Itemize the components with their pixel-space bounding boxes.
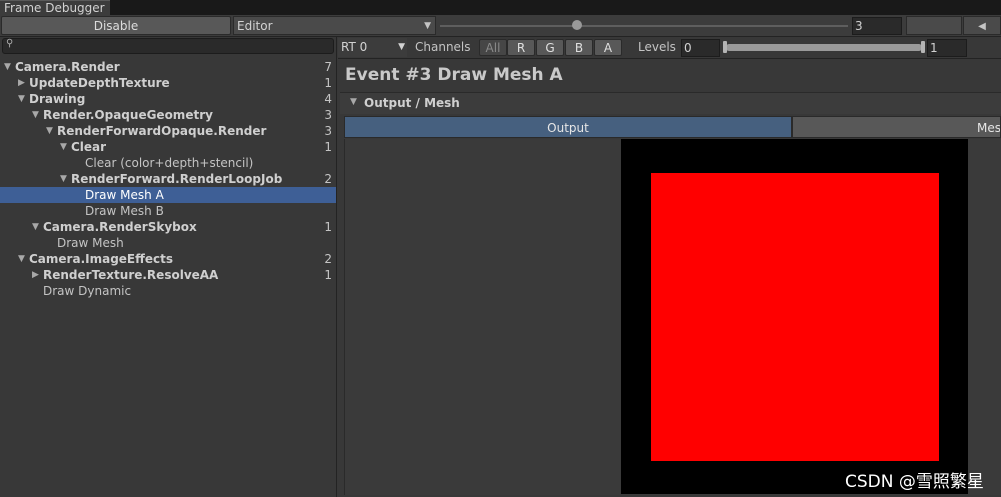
chevron-down-icon: ▼ bbox=[398, 42, 405, 52]
event-slider-handle[interactable] bbox=[572, 20, 582, 30]
window-tab-strip: Frame Debugger bbox=[0, 0, 1001, 15]
tree-item-count: 2 bbox=[324, 252, 332, 266]
tree-item-camera-render-skybox[interactable]: ▼ Camera.RenderSkybox 1 bbox=[0, 219, 336, 235]
tree-item-label: Clear (color+depth+stencil) bbox=[85, 156, 254, 170]
tree-item-count: 4 bbox=[324, 92, 332, 106]
tab-output[interactable]: Output bbox=[344, 116, 792, 138]
tree-item-render-loop-job[interactable]: ▼ RenderForward.RenderLoopJob 2 bbox=[0, 171, 336, 187]
tree-item-count: 3 bbox=[324, 124, 332, 138]
tree-item-drawing[interactable]: ▼ Drawing 4 bbox=[0, 91, 336, 107]
tree-item-label: Camera.Render bbox=[15, 60, 120, 74]
tree-item-count: 1 bbox=[324, 220, 332, 234]
target-dropdown-label: Editor bbox=[237, 19, 273, 33]
foldout-collapsed-icon[interactable]: ▶ bbox=[18, 75, 25, 91]
tree-item-count: 1 bbox=[324, 76, 332, 90]
tree-item-label: Draw Mesh A bbox=[85, 188, 164, 202]
tree-item-count: 2 bbox=[324, 172, 332, 186]
tree-item-label: Draw Mesh bbox=[57, 236, 124, 250]
event-details-panel: RT 0 ▼ Channels All R G B A Levels 0 1 E… bbox=[338, 37, 1001, 497]
event-hierarchy-panel: ⚲ ▼ Camera.Render 7 ▶ UpdateDepthTexture… bbox=[0, 37, 337, 497]
event-index-field[interactable]: 3 bbox=[852, 17, 902, 35]
levels-range-bar bbox=[726, 44, 922, 51]
next-event-button[interactable]: ◀ bbox=[963, 16, 1001, 35]
event-slider-track bbox=[440, 25, 848, 27]
tree-item-label: Render.OpaqueGeometry bbox=[43, 108, 213, 122]
tree-item-label: UpdateDepthTexture bbox=[29, 76, 170, 90]
tree-item-update-depth-texture[interactable]: ▶ UpdateDepthTexture 1 bbox=[0, 75, 336, 91]
watermark: CSDN @雪照繁星 bbox=[845, 472, 984, 492]
tree-item-render-opaque-geometry[interactable]: ▼ Render.OpaqueGeometry 3 bbox=[0, 107, 336, 123]
tree-item-label: Draw Mesh B bbox=[85, 204, 164, 218]
foldout-expanded-icon[interactable]: ▼ bbox=[60, 139, 67, 155]
levels-range-slider[interactable] bbox=[723, 41, 925, 53]
event-tree: ▼ Camera.Render 7 ▶ UpdateDepthTexture 1… bbox=[0, 59, 336, 299]
frame-debugger-tab[interactable]: Frame Debugger bbox=[0, 0, 110, 15]
tree-item-label: RenderForward.RenderLoopJob bbox=[71, 172, 283, 186]
foldout-expanded-icon[interactable]: ▼ bbox=[46, 123, 53, 139]
tree-item-count: 3 bbox=[324, 108, 332, 122]
render-target-dropdown[interactable]: RT 0 ▼ bbox=[338, 38, 407, 57]
foldout-expanded-icon[interactable]: ▼ bbox=[350, 97, 357, 107]
top-toolbar: Disable Editor ▼ 3 ◀ bbox=[0, 15, 1001, 37]
levels-max-field[interactable]: 1 bbox=[927, 39, 967, 57]
foldout-expanded-icon[interactable]: ▼ bbox=[18, 91, 25, 107]
tree-item-label: RenderForwardOpaque.Render bbox=[57, 124, 267, 138]
event-slider[interactable] bbox=[440, 16, 848, 35]
foldout-expanded-icon[interactable]: ▼ bbox=[32, 107, 39, 123]
tree-item-label: Camera.ImageEffects bbox=[29, 252, 173, 266]
levels-min-field[interactable]: 0 bbox=[681, 39, 720, 57]
channels-label: Channels bbox=[415, 40, 471, 54]
foldout-expanded-icon[interactable]: ▼ bbox=[4, 59, 11, 75]
target-dropdown[interactable]: Editor ▼ bbox=[233, 16, 436, 35]
tree-item-draw-mesh-a[interactable]: Draw Mesh A bbox=[0, 187, 336, 203]
foldout-expanded-icon[interactable]: ▼ bbox=[18, 251, 25, 267]
divider bbox=[338, 58, 1001, 59]
chevron-down-icon: ▼ bbox=[424, 21, 431, 31]
tree-item-label: Clear bbox=[71, 140, 107, 154]
tree-item-resolve-aa[interactable]: ▶ RenderTexture.ResolveAA 1 bbox=[0, 267, 336, 283]
foldout-expanded-icon[interactable]: ▼ bbox=[32, 219, 39, 235]
channel-b-button[interactable]: B bbox=[565, 39, 593, 56]
tab-mesh[interactable]: Mesh bbox=[792, 116, 1001, 138]
channel-all-button[interactable]: All bbox=[479, 39, 507, 56]
tree-item-draw-mesh-b[interactable]: Draw Mesh B bbox=[0, 203, 336, 219]
channel-g-button[interactable]: G bbox=[536, 39, 564, 56]
search-icon: ⚲ bbox=[6, 38, 14, 49]
tree-item-label: Camera.RenderSkybox bbox=[43, 220, 197, 234]
levels-min-handle[interactable] bbox=[723, 41, 727, 53]
previous-event-button[interactable] bbox=[906, 16, 962, 35]
tree-item-draw-mesh[interactable]: Draw Mesh bbox=[0, 235, 336, 251]
tree-item-count: 1 bbox=[324, 268, 332, 282]
tree-item-count: 1 bbox=[324, 140, 332, 154]
tree-item-label: RenderTexture.ResolveAA bbox=[43, 268, 219, 282]
foldout-expanded-icon[interactable]: ▼ bbox=[60, 171, 67, 187]
tree-item-label: Drawing bbox=[29, 92, 86, 106]
search-field[interactable]: ⚲ bbox=[2, 38, 334, 54]
output-mesh-foldout[interactable]: ▼ Output / Mesh bbox=[340, 92, 1001, 114]
tree-item-render-forward-opaque[interactable]: ▼ RenderForwardOpaque.Render 3 bbox=[0, 123, 336, 139]
channel-a-button[interactable]: A bbox=[594, 39, 622, 56]
levels-max-handle[interactable] bbox=[921, 41, 925, 53]
tree-item-draw-dynamic[interactable]: Draw Dynamic bbox=[0, 283, 336, 299]
tree-item-clear-color-depth-stencil[interactable]: Clear (color+depth+stencil) bbox=[0, 155, 336, 171]
tree-item-clear[interactable]: ▼ Clear 1 bbox=[0, 139, 336, 155]
levels-label: Levels bbox=[638, 40, 676, 54]
foldout-label: Output / Mesh bbox=[364, 96, 460, 110]
triangle-left-icon: ◀ bbox=[978, 21, 986, 32]
tree-item-camera-render[interactable]: ▼ Camera.Render 7 bbox=[0, 59, 336, 75]
channel-r-button[interactable]: R bbox=[507, 39, 535, 56]
render-target-preview bbox=[621, 139, 968, 494]
foldout-collapsed-icon[interactable]: ▶ bbox=[32, 267, 39, 283]
disable-button[interactable]: Disable bbox=[1, 16, 231, 35]
tree-item-count: 7 bbox=[324, 60, 332, 74]
tree-item-label: Draw Dynamic bbox=[43, 284, 132, 298]
render-target-label: RT 0 bbox=[341, 40, 368, 54]
event-title: Event #3 Draw Mesh A bbox=[345, 65, 563, 85]
rendered-mesh bbox=[651, 173, 939, 461]
tree-item-camera-image-effects[interactable]: ▼ Camera.ImageEffects 2 bbox=[0, 251, 336, 267]
